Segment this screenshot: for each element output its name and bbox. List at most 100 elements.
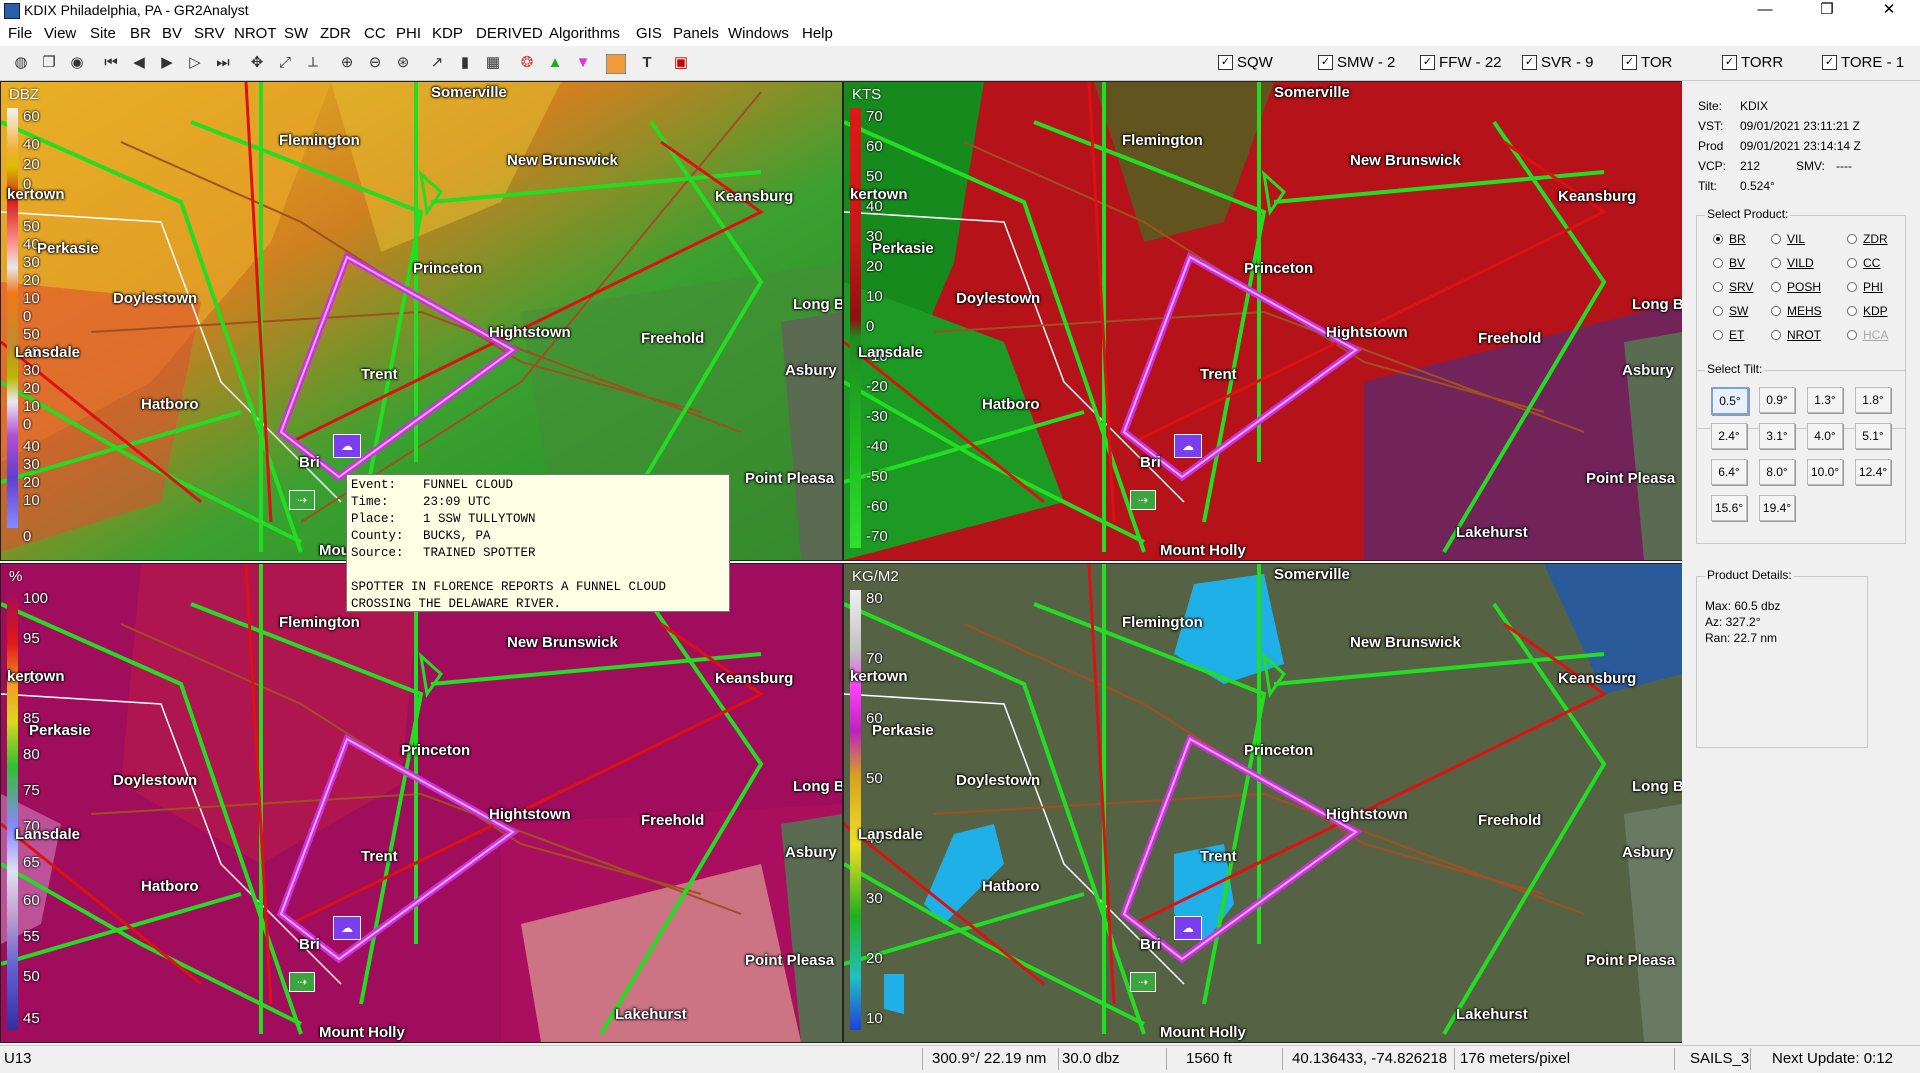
menu-cc[interactable]: CC [364, 25, 386, 42]
menu-help[interactable]: Help [802, 25, 833, 42]
text-icon[interactable]: T [636, 52, 658, 74]
city-label: Mount Holly [319, 1024, 405, 1041]
triangle-up-icon[interactable]: ▲ [544, 52, 566, 74]
funnel-cloud-report-icon[interactable]: ☁ [333, 434, 361, 458]
menu-gis[interactable]: GIS [636, 25, 662, 42]
layer-torr[interactable]: ✓ TORR [1722, 54, 1783, 71]
radar-icon[interactable]: ◉ [66, 52, 88, 74]
window-title: KDIX Philadelphia, PA - GR2Analyst [24, 2, 249, 18]
city-label: Princeton [1244, 742, 1314, 759]
tilt-button[interactable]: 5.1° [1855, 423, 1891, 449]
close-button[interactable]: ✕ [1866, 0, 1912, 22]
zoom-reset-icon[interactable]: ⊛ [392, 52, 414, 74]
menu-algorithms[interactable]: Algorithms [549, 25, 620, 42]
radar-pane-satellite[interactable]: KG/M2 80 70 60 50 40 30 20 10 Somerville… [843, 563, 1683, 1043]
product-radio-bv[interactable]: BV [1713, 256, 1745, 270]
storm-motion-icon[interactable]: ⇢ [1130, 490, 1156, 510]
product-radio-vild[interactable]: VILD [1771, 256, 1814, 270]
tilt-button[interactable]: 0.9° [1759, 387, 1795, 413]
tilt-button[interactable]: 2.4° [1711, 423, 1747, 449]
menu-srv[interactable]: SRV [194, 25, 225, 42]
tilt-button[interactable]: 6.4° [1711, 459, 1747, 485]
menu-br[interactable]: BR [130, 25, 151, 42]
tilt-button[interactable]: 0.5° [1711, 387, 1749, 415]
last-frame-icon[interactable]: ⏭ [212, 52, 234, 74]
product-radio-phi[interactable]: PHI [1847, 280, 1883, 294]
menu-windows[interactable]: Windows [728, 25, 789, 42]
radar-pane-velocity[interactable]: KTS 70 60 50 40 30 20 10 0 -10 -20 -30 -… [843, 81, 1683, 561]
product-radio-kdp[interactable]: KDP [1847, 304, 1888, 318]
product-radio-br[interactable]: BR [1713, 232, 1746, 246]
city-label: Flemington [279, 132, 360, 149]
tilt-button[interactable]: 1.3° [1807, 387, 1843, 413]
tilt-button[interactable]: 3.1° [1759, 423, 1795, 449]
tilt-button[interactable]: 8.0° [1759, 459, 1795, 485]
radar-map-satellite [844, 564, 1682, 1042]
menu-sw[interactable]: SW [284, 25, 308, 42]
radar-map-velocity [844, 82, 1682, 560]
popup-time-value: 23:09 UTC [423, 495, 491, 509]
layer-ffw[interactable]: ✓ FFW - 22 [1420, 54, 1502, 71]
layer-tor[interactable]: ✓ TOR [1622, 54, 1672, 71]
product-radio-mehs[interactable]: MEHS [1771, 304, 1822, 318]
tilt-button[interactable]: 19.4° [1759, 495, 1795, 521]
volume-icon[interactable]: ▮ [454, 52, 476, 74]
copy-icon[interactable]: ❐ [38, 52, 60, 74]
measure-icon[interactable]: ⤢ [274, 52, 296, 74]
city-label: Hightstown [489, 806, 571, 823]
menu-site[interactable]: Site [90, 25, 116, 42]
storm-icon[interactable]: ❂ [516, 52, 538, 74]
color-table-icon[interactable] [606, 54, 626, 74]
layer-smw[interactable]: ✓ SMW - 2 [1318, 54, 1395, 71]
prev-frame-icon[interactable]: ◀ [128, 52, 150, 74]
menu-kdp[interactable]: KDP [432, 25, 463, 42]
city-label: Trent [1200, 848, 1237, 865]
menu-view[interactable]: View [44, 25, 76, 42]
menu-zdr[interactable]: ZDR [320, 25, 351, 42]
storm-motion-icon[interactable]: ⇢ [1130, 972, 1156, 992]
tilt-button[interactable]: 12.4° [1855, 459, 1891, 485]
globe-icon[interactable]: ◍ [10, 52, 32, 74]
product-radio-sw[interactable]: SW [1713, 304, 1748, 318]
cross-section-icon[interactable]: ⟂ [302, 52, 324, 74]
menu-phi[interactable]: PHI [396, 25, 421, 42]
product-radio-zdr[interactable]: ZDR [1847, 232, 1888, 246]
funnel-cloud-report-icon[interactable]: ☁ [333, 916, 361, 940]
funnel-cloud-report-icon[interactable]: ☁ [1174, 434, 1202, 458]
minimize-button[interactable]: — [1742, 0, 1788, 22]
next-frame-icon[interactable]: ▷ [184, 52, 206, 74]
triangle-down-icon[interactable]: ▼ [572, 52, 594, 74]
product-radio-et[interactable]: ET [1713, 328, 1744, 342]
storm-motion-icon[interactable]: ⇢ [289, 972, 315, 992]
radar-pane-correlation[interactable]: % 100 95 90 85 80 75 70 65 60 55 50 45 F… [0, 563, 843, 1043]
pointer-icon[interactable]: ↗ [426, 52, 448, 74]
menu-nrot[interactable]: NROT [234, 25, 277, 42]
zoom-out-icon[interactable]: ⊖ [364, 52, 386, 74]
menu-bv[interactable]: BV [162, 25, 182, 42]
layer-tore[interactable]: ✓ TORE - 1 [1822, 54, 1904, 71]
product-radio-srv[interactable]: SRV [1713, 280, 1753, 294]
tilt-button[interactable]: 1.8° [1855, 387, 1891, 413]
zoom-in-icon[interactable]: ⊕ [336, 52, 358, 74]
tilt-button[interactable]: 10.0° [1807, 459, 1843, 485]
tilt-button[interactable]: 4.0° [1807, 423, 1843, 449]
layer-svr[interactable]: ✓ SVR - 9 [1522, 54, 1594, 71]
play-icon[interactable]: ▶ [156, 52, 178, 74]
scale-tick: 50 [866, 770, 883, 787]
stop-icon[interactable]: ▣ [670, 52, 692, 74]
product-radio-nrot[interactable]: NROT [1771, 328, 1821, 342]
menu-derived[interactable]: DERIVED [476, 25, 543, 42]
tilt-button[interactable]: 15.6° [1711, 495, 1747, 521]
pan-icon[interactable]: ✥ [246, 52, 268, 74]
first-frame-icon[interactable]: ⏮ [100, 52, 122, 74]
product-radio-vil[interactable]: VIL [1771, 232, 1805, 246]
product-radio-cc[interactable]: CC [1847, 256, 1880, 270]
menu-panels[interactable]: Panels [673, 25, 719, 42]
product-radio-posh[interactable]: POSH [1771, 280, 1821, 294]
storm-motion-icon[interactable]: ⇢ [289, 490, 315, 510]
funnel-cloud-report-icon[interactable]: ☁ [1174, 916, 1202, 940]
menu-file[interactable]: File [8, 25, 32, 42]
layer-sqw[interactable]: ✓ SQW [1218, 54, 1273, 71]
maximize-button[interactable]: ❐ [1804, 0, 1850, 22]
grid-icon[interactable]: ▦ [482, 52, 504, 74]
